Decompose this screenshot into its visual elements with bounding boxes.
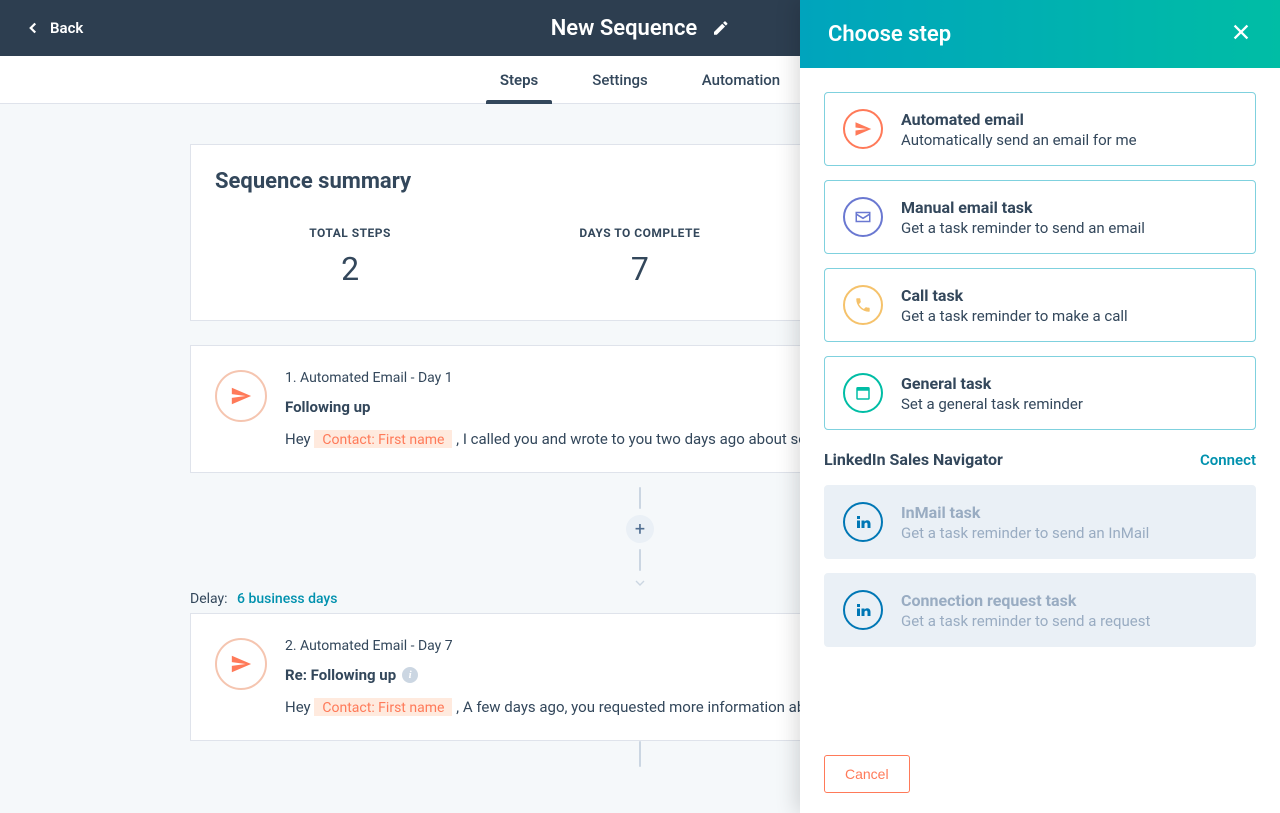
connect-link[interactable]: Connect (1200, 451, 1256, 469)
cancel-button[interactable]: Cancel (824, 755, 910, 793)
connector-line (639, 487, 641, 509)
choose-step-panel: Choose step Automated email Automaticall… (800, 0, 1280, 813)
linkedin-section-title: LinkedIn Sales Navigator (824, 450, 1003, 469)
panel-body: Automated email Automatically send an em… (800, 68, 1280, 735)
title-wrap: New Sequence (551, 16, 730, 41)
tab-steps[interactable]: Steps (500, 56, 538, 104)
calendar-icon (843, 373, 883, 413)
delay-label: Delay: (190, 591, 228, 607)
paper-plane-icon (843, 109, 883, 149)
option-inmail-task: InMail task Get a task reminder to send … (824, 485, 1256, 559)
stat-days-to-complete: DAYS TO COMPLETE 7 (579, 226, 700, 288)
delay-row: Delay: 6 business days (190, 591, 337, 607)
option-title: Call task (901, 286, 1128, 305)
envelope-icon (843, 197, 883, 237)
option-title: Connection request task (901, 591, 1150, 610)
back-button[interactable]: Back (24, 19, 83, 37)
panel-title: Choose step (828, 22, 951, 47)
paper-plane-icon (215, 370, 267, 422)
personalization-token: Contact: First name (314, 698, 452, 716)
paper-plane-icon (215, 638, 267, 690)
tab-settings[interactable]: Settings (592, 56, 648, 104)
option-connection-request-task: Connection request task Get a task remin… (824, 573, 1256, 647)
arrow-down-icon (632, 571, 648, 595)
connector-line (639, 741, 641, 767)
option-desc: Get a task reminder to send a request (901, 612, 1150, 630)
close-icon (1230, 21, 1252, 43)
option-desc: Automatically send an email for me (901, 131, 1137, 149)
phone-icon (843, 285, 883, 325)
personalization-token: Contact: First name (314, 430, 452, 448)
panel-footer: Cancel (800, 735, 1280, 813)
option-desc: Set a general task reminder (901, 395, 1083, 413)
chevron-left-icon (24, 19, 42, 37)
linkedin-section-header: LinkedIn Sales Navigator Connect (824, 450, 1256, 469)
connector-line (639, 549, 641, 571)
tab-automation[interactable]: Automation (702, 56, 780, 104)
panel-header: Choose step (800, 0, 1280, 68)
close-button[interactable] (1230, 21, 1252, 47)
back-label: Back (50, 19, 83, 37)
option-title: InMail task (901, 503, 1149, 522)
option-desc: Get a task reminder to send an email (901, 219, 1145, 237)
delay-value[interactable]: 6 business days (237, 591, 337, 607)
edit-title-icon[interactable] (711, 19, 729, 37)
linkedin-icon (843, 590, 883, 630)
option-automated-email[interactable]: Automated email Automatically send an em… (824, 92, 1256, 166)
add-step-button[interactable]: + (626, 515, 654, 543)
option-manual-email-task[interactable]: Manual email task Get a task reminder to… (824, 180, 1256, 254)
sequence-title: New Sequence (551, 16, 698, 41)
option-desc: Get a task reminder to make a call (901, 307, 1128, 325)
option-call-task[interactable]: Call task Get a task reminder to make a … (824, 268, 1256, 342)
linkedin-icon (843, 502, 883, 542)
info-icon[interactable]: i (402, 667, 418, 683)
stat-total-steps: TOTAL STEPS 2 (309, 226, 391, 288)
option-general-task[interactable]: General task Set a general task reminder (824, 356, 1256, 430)
option-title: Automated email (901, 110, 1137, 129)
option-title: Manual email task (901, 198, 1145, 217)
option-title: General task (901, 374, 1083, 393)
option-desc: Get a task reminder to send an InMail (901, 524, 1149, 542)
